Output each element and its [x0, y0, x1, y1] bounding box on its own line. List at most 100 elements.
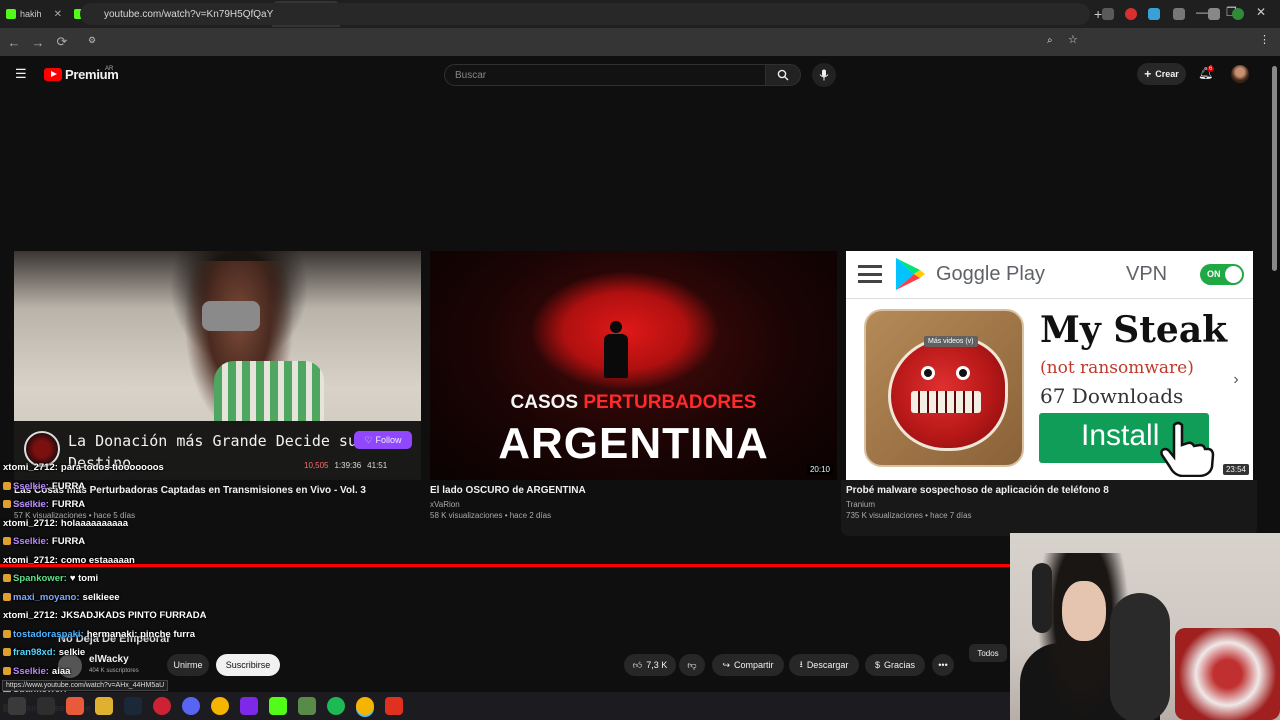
chat-badge-icon: [3, 500, 11, 508]
steam-icon[interactable]: [124, 697, 142, 715]
new-tab-button[interactable]: +: [1094, 6, 1102, 22]
media-controls-icon[interactable]: [1208, 8, 1220, 20]
reload-icon[interactable]: ⟳: [50, 34, 74, 50]
folder-icon[interactable]: [95, 697, 113, 715]
zoom-icon[interactable]: ⌕: [1047, 35, 1053, 46]
share-label: Compartir: [734, 660, 774, 670]
profile-icon[interactable]: [1232, 8, 1244, 20]
chat-username: xtomi_2712:: [3, 555, 58, 566]
join-button[interactable]: Unirme: [167, 654, 209, 676]
extensions-puzzle-icon[interactable]: [1173, 8, 1185, 20]
card-meta[interactable]: El lado OSCURO de ARGENTINA xVaRion 58 K…: [430, 485, 830, 520]
app-icon-image: [864, 309, 1024, 467]
share-button[interactable]: ↪ Compartir: [712, 654, 784, 676]
chat-username: xtomi_2712:: [3, 610, 58, 621]
next-arrow-icon[interactable]: ›: [1222, 367, 1250, 395]
chat-text: FURRA: [51, 481, 86, 492]
store-name: Goggle Play: [936, 263, 1045, 285]
forward-icon[interactable]: →: [26, 35, 50, 50]
app-icon-4[interactable]: [385, 697, 403, 715]
spotify-icon[interactable]: [327, 697, 345, 715]
heart-icon: ♡: [364, 434, 373, 445]
minimize-icon[interactable]: —: [1196, 5, 1208, 19]
extension-icon-3[interactable]: [1148, 8, 1160, 20]
youtube-play-icon: [44, 68, 62, 81]
pointing-hand-icon: [1160, 421, 1215, 477]
end-screen-card[interactable]: La Donación más Grande Decide su Destino…: [14, 251, 421, 480]
like-button[interactable]: 👍︎ 7,3 K: [624, 654, 676, 676]
chat-badge-icon: [3, 574, 11, 582]
thumbnail-main-text: ARGENTINA: [498, 419, 769, 468]
chat-text: selkie: [58, 647, 86, 658]
tab-close-icon[interactable]: ✕: [54, 9, 62, 20]
webcam-face: [1062, 581, 1106, 641]
discord-icon[interactable]: [182, 697, 200, 715]
chat-message: maxi_moyano: selkieee: [3, 592, 120, 603]
chrome-active-icon[interactable]: [356, 697, 374, 715]
subtitle-red: PERTURBADORES: [583, 392, 757, 413]
channel-name: xVaRion: [430, 500, 460, 509]
end-screen-card[interactable]: CASOS PERTURBADORES ARGENTINA 20:10: [430, 251, 837, 480]
chat-message: tostadoraspaki: hermanaki: pinche furra: [3, 629, 195, 640]
windows-start-icon[interactable]: [8, 697, 26, 715]
app-icon-1[interactable]: [66, 697, 84, 715]
plush-toy: [1175, 628, 1280, 720]
video-progress-bar[interactable]: [0, 564, 1010, 567]
hamburger-menu-icon[interactable]: ☰: [15, 66, 27, 82]
close-window-icon[interactable]: ✕: [1256, 5, 1266, 19]
card-meta[interactable]: Probé malware sospechoso de aplicación d…: [846, 485, 1246, 520]
tab-label: hakih: [20, 9, 42, 19]
more-actions-button[interactable]: •••: [932, 654, 954, 676]
back-icon[interactable]: ←: [2, 35, 26, 50]
end-screen-card[interactable]: Goggle Play VPN ON My Steak (not ransomw…: [846, 251, 1253, 480]
streamer-webcam: [1010, 533, 1280, 720]
person-silhouette-icon: [602, 321, 630, 379]
subscriber-count: 404 K suscriptores: [89, 668, 139, 674]
thanks-button[interactable]: $ Gracias: [865, 654, 925, 676]
url-bar[interactable]: youtube.com/watch?v=Kn79H5QfQaY: [80, 3, 1090, 25]
chat-username: xtomi_2712:: [3, 518, 58, 529]
chat-message: fran98xd: selkie: [3, 647, 85, 658]
kick-icon[interactable]: [269, 697, 287, 715]
account-avatar[interactable]: [1231, 65, 1249, 83]
page-scrollbar-thumb[interactable]: [1272, 66, 1277, 271]
browser-toolbar: ← → ⟳: [0, 28, 1280, 56]
video-stats: 735 K visualizaciones • hace 7 días: [846, 511, 972, 520]
download-button[interactable]: ⭳ Descargar: [789, 654, 859, 676]
subscribe-button[interactable]: Suscribirse: [216, 654, 280, 676]
chat-message: xtomi_2712: para todos tiooooooos: [3, 462, 164, 473]
dislike-button[interactable]: 👎︎: [679, 654, 705, 676]
chat-text: para todos tiooooooos: [60, 462, 164, 473]
download-label: Descargar: [806, 660, 849, 670]
voice-search-button[interactable]: [812, 63, 836, 87]
extension-icon-1[interactable]: [1102, 8, 1114, 20]
browser-tab[interactable]: hakih ✕: [0, 1, 68, 27]
channel-name[interactable]: elWacky: [89, 654, 129, 665]
site-info-icon[interactable]: ⚙: [88, 35, 96, 46]
search-input[interactable]: Buscar: [444, 64, 766, 86]
chat-username: Sselkie:: [13, 481, 49, 492]
chrome-icon[interactable]: [211, 697, 229, 715]
browser-menu-icon[interactable]: ⋮: [1259, 33, 1270, 46]
super-thanks-icon: $: [874, 660, 880, 670]
microphone-arm: [1110, 593, 1170, 720]
video-duration: 23:54: [1222, 464, 1249, 475]
video-title: Probé malware sospechoso de aplicación d…: [846, 485, 1109, 496]
chat-message: xtomi_2712: JKSADJKADS PINTO FURRADA: [3, 610, 206, 621]
app-icon-3[interactable]: [298, 697, 316, 715]
app-note: (not ransomware): [1040, 358, 1194, 378]
microphone-icon: [819, 69, 829, 81]
app-icon-2[interactable]: [153, 697, 171, 715]
create-button[interactable]: + Crear: [1137, 63, 1186, 85]
stream-stats: 10,505 1:39:36 41:51: [304, 461, 387, 470]
thanks-label: Gracias: [884, 660, 916, 670]
search-placeholder: Buscar: [455, 70, 487, 81]
search-icon[interactable]: [37, 697, 55, 715]
channel-name: Tranium: [846, 500, 876, 509]
extension-icon-2[interactable]: [1125, 8, 1137, 20]
search-button[interactable]: [765, 64, 801, 86]
canva-icon[interactable]: [240, 697, 258, 715]
filter-chip-all[interactable]: Todos: [969, 644, 1007, 662]
download-icon: ⭳: [799, 659, 803, 669]
bookmark-star-icon[interactable]: ☆: [1068, 33, 1078, 46]
